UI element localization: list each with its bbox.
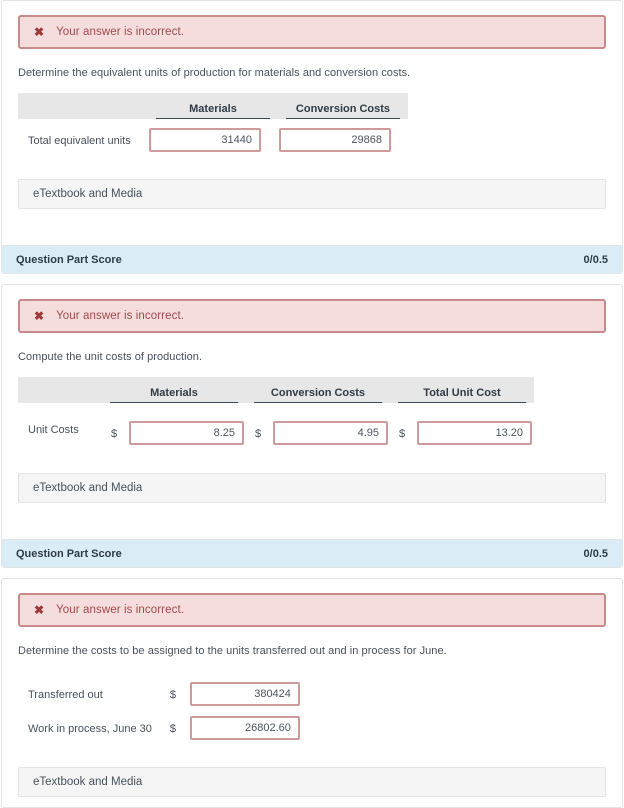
x-mark-icon: ✖: [34, 309, 45, 323]
input-wrapper-transferred-out: [189, 682, 300, 706]
question-part-score-value-a: 0/0.5: [583, 253, 608, 266]
input-unit-cost-conversion[interactable]: [276, 424, 385, 442]
column-header-total-unit-cost-label: Total Unit Cost: [423, 387, 501, 399]
input-unit-cost-total[interactable]: [420, 424, 529, 442]
input-total-equivalent-units-materials[interactable]: [152, 131, 258, 149]
input-cell-total-unit-cost: [416, 412, 533, 446]
card-body-a: ✖ Your answer is incorrect. Determine th…: [2, 1, 622, 231]
incorrect-answer-alert-b: ✖ Your answer is incorrect.: [18, 299, 606, 333]
row-label-transferred-out: Transferred out: [28, 688, 103, 701]
question-prompt-b: Compute the unit costs of production.: [18, 351, 203, 363]
question-part-card-a: ✖ Your answer is incorrect. Determine th…: [1, 0, 623, 274]
input-wrapper-total-unit-cost: [417, 421, 532, 445]
column-header-conversion-costs-b-label: Conversion Costs: [270, 387, 366, 399]
input-cell-materials-b: [128, 412, 245, 446]
question-part-card-c: ✖ Your answer is incorrect. Determine th…: [1, 578, 623, 808]
input-transferred-out[interactable]: [192, 685, 297, 703]
etextbook-and-media-label-a: eTextbook and Media: [33, 188, 143, 200]
cell-work-in-process: [189, 707, 309, 741]
alert-message-c: Your answer is incorrect.: [56, 604, 185, 616]
column-header-conversion-costs-b: Conversion Costs: [246, 377, 390, 403]
column-header-materials-b: Materials: [102, 377, 246, 403]
question-prompt-c: Determine the costs to be assigned to th…: [18, 645, 447, 657]
currency-symbol-work-in-process: $: [169, 722, 177, 735]
assignment-page: ✖ Your answer is incorrect. Determine th…: [0, 0, 624, 808]
question-part-score-label-b: Question Part Score: [16, 547, 122, 560]
table-header-row-b: Materials Conversion Costs Total Unit Co…: [18, 377, 534, 403]
x-mark-icon: ✖: [34, 25, 45, 39]
currency-symbol-transferred-out: $: [169, 688, 177, 701]
etextbook-and-media-bar-b[interactable]: eTextbook and Media: [18, 473, 606, 503]
table-row: Transferred out $: [18, 673, 309, 707]
alert-message-b: Your answer is incorrect.: [56, 310, 185, 322]
input-wrapper-materials-a: [149, 128, 261, 152]
cell-total-unit-cost: $: [390, 403, 534, 447]
row-label-work-in-process: Work in process, June 30: [28, 722, 152, 735]
header-spacer-a: [18, 93, 148, 119]
input-wrapper-conversion-a: [279, 128, 391, 152]
column-header-materials-a: Materials: [148, 93, 278, 119]
question-part-score-label-a: Question Part Score: [16, 253, 122, 266]
card-body-c: ✖ Your answer is incorrect. Determine th…: [2, 579, 622, 807]
table-header-row-a: Materials Conversion Costs: [18, 93, 408, 119]
cell-transferred-out: [189, 673, 309, 707]
cell-conversion-costs-a: [278, 119, 408, 153]
card-body-b: ✖ Your answer is incorrect. Compute the …: [2, 285, 622, 525]
input-unit-cost-materials[interactable]: [132, 424, 241, 442]
card-bottom-spacer-a: [18, 209, 606, 221]
card-bottom-spacer-b: [18, 503, 606, 515]
cost-assignment-table: Transferred out $ Work in process, June …: [18, 673, 309, 741]
cell-materials-b: $: [102, 403, 246, 447]
question-part-score-value-b: 0/0.5: [583, 547, 608, 560]
alert-message-a: Your answer is incorrect.: [56, 26, 185, 38]
equivalent-units-table: Materials Conversion Costs Total equival…: [18, 93, 408, 153]
input-wrapper-materials-b: [129, 421, 244, 445]
table-row: Total equivalent units: [18, 119, 408, 153]
etextbook-and-media-bar-a[interactable]: eTextbook and Media: [18, 179, 606, 209]
input-work-in-process-june-30[interactable]: [192, 719, 297, 737]
header-spacer-b: [18, 377, 102, 403]
question-prompt-a: Determine the equivalent units of produc…: [18, 67, 411, 79]
column-header-conversion-costs-a-label: Conversion Costs: [295, 103, 391, 115]
question-part-score-bar-a: Question Part Score 0/0.5: [2, 245, 622, 273]
table-row: Work in process, June 30 $: [18, 707, 309, 741]
column-header-conversion-costs-a: Conversion Costs: [278, 93, 408, 119]
column-header-materials-b-label: Materials: [150, 387, 198, 399]
row-label-unit-costs: Unit Costs: [28, 423, 79, 436]
column-header-total-unit-cost: Total Unit Cost: [390, 377, 534, 403]
input-wrapper-work-in-process: [189, 716, 300, 740]
input-total-equivalent-units-conversion[interactable]: [282, 131, 388, 149]
currency-symbol-conversion-b: $: [255, 427, 262, 440]
unit-costs-table: Materials Conversion Costs Total Unit Co…: [18, 377, 534, 447]
etextbook-and-media-label-c: eTextbook and Media: [33, 776, 143, 788]
question-part-card-b: ✖ Your answer is incorrect. Compute the …: [1, 284, 623, 568]
x-mark-icon: ✖: [34, 603, 45, 617]
row-label-total-equivalent-units: Total equivalent units: [28, 134, 131, 147]
table-row: Unit Costs $ $: [18, 403, 534, 447]
column-header-materials-a-label: Materials: [189, 103, 237, 115]
etextbook-and-media-label-b: eTextbook and Media: [33, 482, 143, 494]
currency-symbol-materials-b: $: [111, 427, 118, 440]
incorrect-answer-alert-a: ✖ Your answer is incorrect.: [18, 15, 606, 49]
question-part-score-bar-b: Question Part Score 0/0.5: [2, 539, 622, 567]
etextbook-and-media-bar-c[interactable]: eTextbook and Media: [18, 767, 606, 797]
cell-conversion-costs-b: $: [246, 403, 390, 447]
cell-materials-a: [148, 119, 278, 153]
input-cell-conversion-b: [272, 412, 389, 446]
currency-symbol-total-unit-cost: $: [399, 427, 406, 440]
input-wrapper-conversion-b: [273, 421, 388, 445]
incorrect-answer-alert-c: ✖ Your answer is incorrect.: [18, 593, 606, 627]
